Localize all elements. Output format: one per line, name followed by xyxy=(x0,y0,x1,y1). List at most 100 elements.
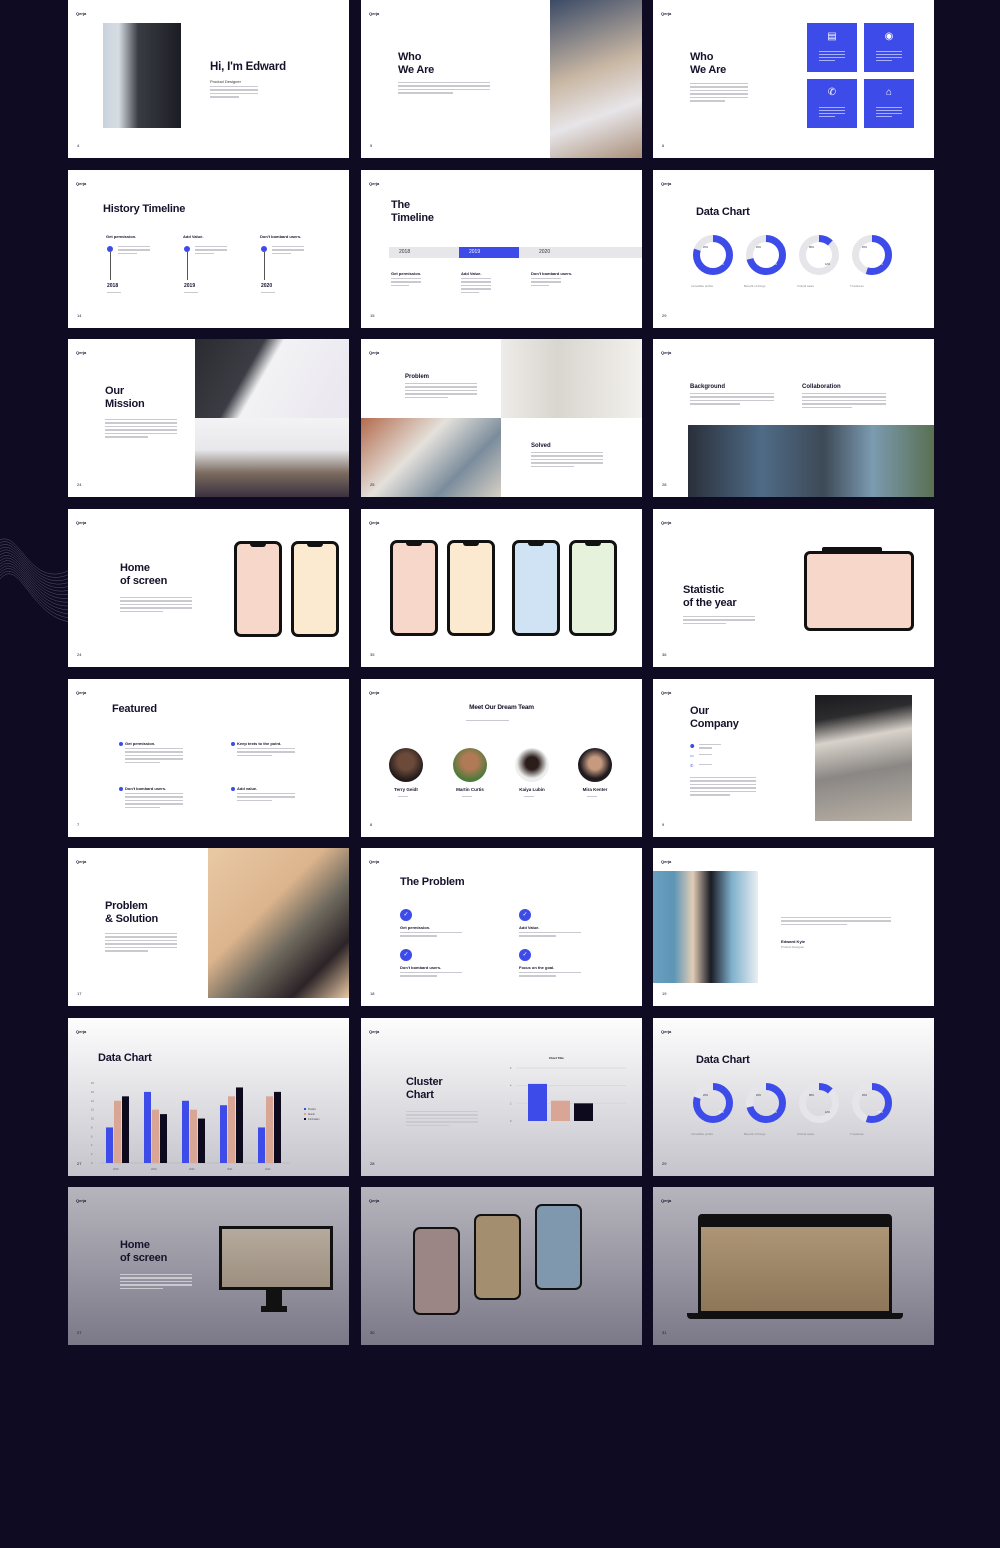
slide-thumbnail-intro[interactable]: Qerja Hi, I'm Edward Product Designer 4 xyxy=(68,0,349,158)
brand-logo: Qerja xyxy=(661,11,672,16)
text-line xyxy=(237,799,272,802)
slide-thumbnail-home_phones[interactable]: Qerja Home of screen 24 xyxy=(68,509,349,667)
team-member-name: Kaiya Lubin xyxy=(519,787,545,792)
text-line xyxy=(876,60,892,61)
text-line xyxy=(690,403,741,405)
bar-information xyxy=(236,1087,243,1163)
slide-title: Data Chart xyxy=(696,206,750,218)
text-line xyxy=(405,389,477,392)
slide-title: Cluster Chart xyxy=(406,1076,443,1101)
slide-thumbnail-tilted_phones[interactable]: Qerja 30 xyxy=(361,1187,642,1345)
text-line xyxy=(261,292,276,294)
slide-thumbnail-statistic[interactable]: Qerja Statistic of the year 36 xyxy=(653,509,934,667)
slide-thumbnail-company[interactable]: Qerja Our Company ⬤ ▭ ✆ 9 xyxy=(653,679,934,837)
slide-thumbnail-background[interactable]: Qerja Background Collaboration 28 xyxy=(653,339,934,497)
chart-title: Chart Title xyxy=(549,1056,564,1060)
bullet-dot xyxy=(119,787,123,791)
slide-thumbnail-profile[interactable]: Qerja Edward Kyle Product Designer 19 xyxy=(653,848,934,1006)
laptop-base xyxy=(687,1313,903,1319)
text-line xyxy=(125,758,183,760)
text-line xyxy=(690,787,756,789)
slide-thumbnail-featured[interactable]: Qerja Featured Get permission. Keep texts t… xyxy=(68,679,349,837)
slide-title: Our Company xyxy=(690,705,739,730)
slide-title: Statistic of the year xyxy=(683,584,737,609)
phone-mockup xyxy=(390,540,438,636)
slide-thumbnail-the_problem[interactable]: Qerja The Problem ✓ Get permission. ✓ Add Val… xyxy=(361,848,642,1006)
slide-title: Our Mission xyxy=(105,385,145,410)
text-line xyxy=(125,754,183,757)
text-line xyxy=(531,458,603,461)
text-line xyxy=(105,429,177,431)
slide-thumbnail-cluster[interactable]: Qerja Cluster Chart Chart Title 0 2 4 6 28 xyxy=(361,1018,642,1176)
x-tick-label: 2021 xyxy=(227,1168,233,1171)
text-line xyxy=(272,249,304,251)
brand-logo: Qerja xyxy=(369,859,380,864)
brand-logo: Qerja xyxy=(661,1198,672,1203)
whiteboard-photo xyxy=(501,339,642,418)
page-number: 19 xyxy=(662,991,667,996)
slide-thumbnail-history[interactable]: Qerja History Timeline Get permission. 2018… xyxy=(68,170,349,328)
slide-thumbnail-problem_solved[interactable]: Qerja Problem Solved 25 xyxy=(361,339,642,497)
bar-result xyxy=(114,1100,121,1163)
text-line xyxy=(118,252,138,255)
portrait-photo xyxy=(103,23,181,128)
year-tab[interactable]: 2020 xyxy=(529,247,589,258)
slide-thumbnail-donuts[interactable]: Qerja Data Chart 80% 20% 71% 29% 12% 88% 55% 45% I… xyxy=(653,170,934,328)
timeline-line xyxy=(186,252,188,280)
person-name: Edward Kyle xyxy=(781,939,806,944)
text-line xyxy=(461,278,491,280)
body-text-lines xyxy=(519,932,581,939)
text-line xyxy=(819,51,845,52)
text-line xyxy=(461,284,491,287)
page-number: 18 xyxy=(370,991,375,996)
slide-thumbnail-who_tiles[interactable]: Qerja Who We Are ▤ ◉ ✆ ⌂ 6 xyxy=(653,0,934,158)
problem-item-heading: Focus on the goal. xyxy=(519,965,555,970)
phone-icon: ✆ xyxy=(690,763,694,768)
text-line xyxy=(237,793,295,795)
check-icon: ✓ xyxy=(519,909,531,921)
donut-rest-label: 88% xyxy=(809,246,815,249)
chat-icon: ▤ xyxy=(827,31,837,42)
problem-item-heading: Don't bombard users. xyxy=(400,965,442,970)
slide-thumbnail-laptop[interactable]: Qerja 31 xyxy=(653,1187,934,1345)
person-role: Product Designer xyxy=(781,945,805,949)
year-tab[interactable]: 2019 xyxy=(459,247,519,258)
team-member-name: Mira Kenter xyxy=(582,787,608,792)
text-line xyxy=(690,780,756,782)
legend-label: Result xyxy=(308,1113,315,1116)
feature-tile: ⌂ xyxy=(864,79,914,128)
page-number: 25 xyxy=(370,482,375,487)
slide-thumbnail-mission[interactable]: Qerja Our Mission 24 xyxy=(68,339,349,497)
text-line xyxy=(876,51,902,52)
text-line xyxy=(819,110,845,111)
slide-thumbnail-bar_chart[interactable]: Qerja Data Chart 0 2 4 6 8 10 12 14 16 18 2018 2019 20… xyxy=(68,1018,349,1176)
slide-thumbnail-team[interactable]: Qerja Meet Our Dream Team Terry Geidt Marti… xyxy=(361,679,642,837)
brand-logo: Qerja xyxy=(661,1029,672,1034)
text-line xyxy=(531,452,603,454)
text-line xyxy=(120,1280,192,1283)
text-line xyxy=(699,764,713,766)
slide-thumbnail-monitor[interactable]: Qerja Home of screen 27 xyxy=(68,1187,349,1345)
body-text-lines xyxy=(105,419,177,440)
year-tab[interactable]: 2018 xyxy=(389,247,449,258)
slide-thumbnail-problem_solution[interactable]: Qerja Problem & Solution 17 xyxy=(68,848,349,1006)
donut-value-label: 71% xyxy=(772,263,778,266)
brand-logo: Qerja xyxy=(76,1029,87,1034)
text-line xyxy=(125,751,183,753)
body-text-lines xyxy=(690,83,748,104)
text-line xyxy=(120,597,192,599)
bar-product xyxy=(258,1127,265,1163)
text-line xyxy=(105,936,177,938)
text-line xyxy=(690,790,756,793)
text-line xyxy=(237,796,295,798)
slide-thumbnail-timeline[interactable]: Qerja The Timeline 2018 2019 2020 Get permiss… xyxy=(361,170,642,328)
text-line xyxy=(519,975,557,977)
page-number: 31 xyxy=(662,1330,667,1335)
x-tick-label: 2019 xyxy=(151,1168,157,1171)
slide-title: History Timeline xyxy=(103,203,186,215)
bar-product xyxy=(144,1091,151,1163)
slide-thumbnail-donuts[interactable]: Qerja Data Chart 80% 20% 71% 29% 12% 88% 55% 45% I… xyxy=(653,1018,934,1176)
donut-value-label: 55% xyxy=(878,263,884,266)
slide-thumbnail-who_photo[interactable]: Qerja Who We Are 5 xyxy=(361,0,642,158)
slide-thumbnail-four_phones[interactable]: Qerja 35 xyxy=(361,509,642,667)
